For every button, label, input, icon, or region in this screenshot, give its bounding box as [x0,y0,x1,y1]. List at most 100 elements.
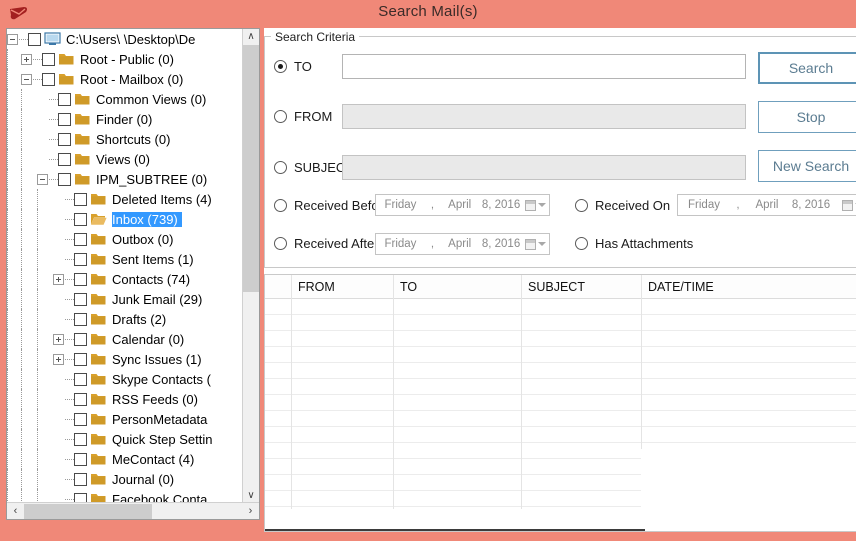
folder-tree[interactable]: C:\Users\ \Desktop\DeRoot - Public (0)Ro… [7,29,243,504]
from-radio[interactable] [274,110,287,123]
tree-node-checkbox[interactable] [74,253,87,266]
received-on-datepicker[interactable]: Friday , April 8, 2016 [677,194,856,216]
search-button[interactable]: Search [758,52,856,84]
tree-vscroll-thumb[interactable] [243,45,259,292]
tree-scroll-left-arrow[interactable]: ‹ [7,503,24,519]
tree-node[interactable]: RSS Feeds (0) [7,389,243,409]
tree-node-checkbox[interactable] [42,73,55,86]
tree-node[interactable]: MeContact (4) [7,449,243,469]
tree-node-checkbox[interactable] [74,353,87,366]
tree-expand-icon[interactable] [53,354,64,365]
column-header-from[interactable]: FROM [291,275,393,299]
tree-node-checkbox[interactable] [74,213,87,226]
received-after-radio[interactable] [274,237,287,250]
received-after-datepicker[interactable]: Friday , April 8, 2016 [375,233,550,255]
tree-node[interactable]: Outbox (0) [7,229,243,249]
results-row[interactable] [265,427,856,443]
tree-node[interactable]: C:\Users\ \Desktop\De [7,29,243,49]
tree-node-checkbox[interactable] [42,53,55,66]
tree-node-checkbox[interactable] [74,413,87,426]
tree-node[interactable]: Finder (0) [7,109,243,129]
tree-node-checkbox[interactable] [74,453,87,466]
results-grid[interactable]: FROM TO SUBJECT DATE/TIME [264,274,856,532]
tree-node-checkbox[interactable] [58,133,71,146]
to-radio-row[interactable]: TO [274,59,312,74]
tree-node-checkbox[interactable] [74,193,87,206]
received-before-calendar-button[interactable] [523,195,549,215]
tree-node-checkbox[interactable] [74,273,87,286]
tree-expand-icon[interactable] [21,54,32,65]
tree-node[interactable]: Common Views (0) [7,89,243,109]
results-row[interactable] [265,315,856,331]
received-on-radio-row[interactable]: Received On [575,198,670,213]
received-on-radio[interactable] [575,199,588,212]
column-header-subject[interactable]: SUBJECT [521,275,641,299]
tree-node-checkbox[interactable] [58,153,71,166]
received-before-radio-row[interactable]: Received Before [274,198,390,213]
stop-button[interactable]: Stop [758,101,856,133]
tree-node-checkbox[interactable] [58,93,71,106]
tree-expand-icon[interactable] [53,274,64,285]
column-header-to[interactable]: TO [393,275,521,299]
received-before-radio[interactable] [274,199,287,212]
tree-node[interactable]: Contacts (74) [7,269,243,289]
tree-node-checkbox[interactable] [74,233,87,246]
tree-node[interactable]: Sent Items (1) [7,249,243,269]
received-before-datepicker[interactable]: Friday , April 8, 2016 [375,194,550,216]
tree-node-checkbox[interactable] [74,433,87,446]
tree-node[interactable]: Calendar (0) [7,329,243,349]
subject-input[interactable] [342,155,746,180]
results-grid-body[interactable] [265,299,856,532]
tree-node[interactable]: Root - Mailbox (0) [7,69,243,89]
tree-scroll-up-arrow[interactable]: ∧ [243,29,259,45]
tree-node-checkbox[interactable] [74,393,87,406]
tree-collapse-icon[interactable] [21,74,32,85]
column-header-datetime[interactable]: DATE/TIME [641,275,856,299]
has-attachments-radio-row[interactable]: Has Attachments [575,236,693,251]
tree-node-checkbox[interactable] [28,33,41,46]
tree-node-checkbox[interactable] [74,473,87,486]
tree-node-checkbox[interactable] [58,113,71,126]
tree-node-checkbox[interactable] [58,173,71,186]
tree-hscroll-thumb[interactable] [24,504,152,519]
tree-vertical-scrollbar[interactable]: ∧ ∨ [242,29,259,504]
tree-scroll-right-arrow[interactable]: › [242,503,259,519]
from-input[interactable] [342,104,746,129]
received-after-calendar-button[interactable] [523,234,549,254]
tree-node[interactable]: Root - Public (0) [7,49,243,69]
tree-node-checkbox[interactable] [74,373,87,386]
tree-horizontal-scrollbar[interactable]: ‹ › [7,502,259,519]
tree-node[interactable]: Sync Issues (1) [7,349,243,369]
has-attachments-radio[interactable] [575,237,588,250]
new-search-button[interactable]: New Search [758,150,856,182]
results-row[interactable] [265,347,856,363]
tree-node[interactable]: Views (0) [7,149,243,169]
results-row[interactable] [265,299,856,315]
results-row[interactable] [265,331,856,347]
subject-radio[interactable] [274,161,287,174]
tree-node[interactable]: Quick Step Settin [7,429,243,449]
received-after-radio-row[interactable]: Received After [274,236,379,251]
tree-node[interactable]: Deleted Items (4) [7,189,243,209]
tree-expand-icon[interactable] [53,334,64,345]
tree-node[interactable]: Skype Contacts ( [7,369,243,389]
tree-node[interactable]: Inbox (739) [7,209,243,229]
tree-node-checkbox[interactable] [74,293,87,306]
received-on-calendar-button[interactable] [838,195,856,215]
results-row[interactable] [265,363,856,379]
tree-collapse-icon[interactable] [37,174,48,185]
tree-node[interactable]: Journal (0) [7,469,243,489]
tree-node[interactable]: IPM_SUBTREE (0) [7,169,243,189]
to-radio[interactable] [274,60,287,73]
tree-node[interactable]: Junk Email (29) [7,289,243,309]
tree-collapse-icon[interactable] [7,34,18,45]
tree-node[interactable]: Drafts (2) [7,309,243,329]
tree-node-checkbox[interactable] [74,313,87,326]
results-row[interactable] [265,411,856,427]
results-row[interactable] [265,379,856,395]
results-row[interactable] [265,395,856,411]
tree-node-checkbox[interactable] [74,333,87,346]
from-radio-row[interactable]: FROM [274,109,332,124]
tree-node[interactable]: Shortcuts (0) [7,129,243,149]
tree-node[interactable]: PersonMetadata [7,409,243,429]
